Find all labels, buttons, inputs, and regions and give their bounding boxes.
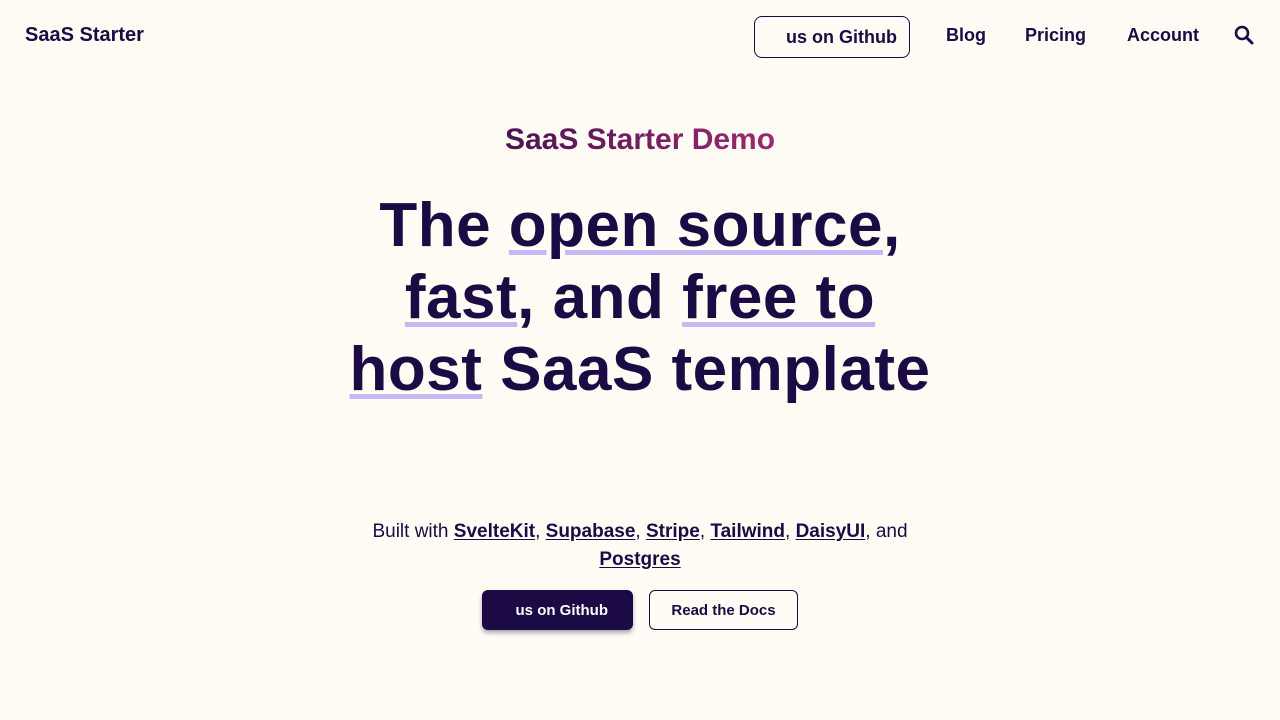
headline-and: , and bbox=[517, 263, 665, 332]
nav-link-pricing[interactable]: Pricing bbox=[1025, 25, 1086, 46]
separator: , bbox=[699, 521, 706, 542]
headline-link-open-source[interactable]: open source bbox=[509, 191, 883, 260]
github-cta-button[interactable]: us on Github bbox=[482, 590, 633, 630]
eyebrow-text: SaaS Starter Demo bbox=[504, 123, 776, 156]
headline-link-free-to[interactable]: free to bbox=[682, 263, 875, 332]
navbar: SaaS Starter us on Github Blog Pricing A… bbox=[0, 0, 1280, 74]
link-stripe[interactable]: Stripe bbox=[646, 521, 700, 542]
link-daisyui[interactable]: DaisyUI bbox=[796, 521, 866, 542]
nav-link-blog[interactable]: Blog bbox=[946, 25, 986, 46]
headline-word-the: The bbox=[379, 191, 492, 260]
separator: , bbox=[785, 521, 791, 542]
read-docs-label: Read the Docs bbox=[671, 601, 776, 619]
headline-link-host[interactable]: host bbox=[350, 335, 483, 404]
headline-saas-template: SaaS template bbox=[500, 335, 931, 404]
search-icon[interactable] bbox=[1232, 24, 1256, 48]
built-with-prefix: Built with bbox=[372, 521, 449, 542]
separator: , bbox=[535, 521, 541, 542]
nav-link-account[interactable]: Account bbox=[1127, 25, 1199, 46]
link-tailwind[interactable]: Tailwind bbox=[710, 521, 785, 542]
read-docs-button[interactable]: Read the Docs bbox=[649, 590, 798, 630]
built-with-text: Built with SvelteKit, Supabase, Stripe , … bbox=[340, 518, 940, 574]
hero-headline: The open source, fast, and free to host … bbox=[340, 190, 940, 406]
link-sveltekit[interactable]: SvelteKit bbox=[454, 521, 535, 542]
hero-eyebrow: SaaS Starter Demo bbox=[0, 121, 1280, 159]
link-supabase[interactable]: Supabase bbox=[546, 521, 636, 542]
headline-link-fast[interactable]: fast bbox=[405, 263, 517, 332]
separator-and: , and bbox=[865, 521, 908, 542]
brand-link[interactable]: SaaS Starter bbox=[25, 24, 144, 47]
github-cta-label: us on Github bbox=[515, 601, 608, 619]
headline-comma: , bbox=[882, 191, 901, 260]
link-postgres[interactable]: Postgres bbox=[599, 549, 680, 570]
nav-github-label: us on Github bbox=[786, 26, 897, 47]
nav-github-button[interactable]: us on Github bbox=[754, 16, 910, 58]
separator: , bbox=[635, 521, 641, 542]
